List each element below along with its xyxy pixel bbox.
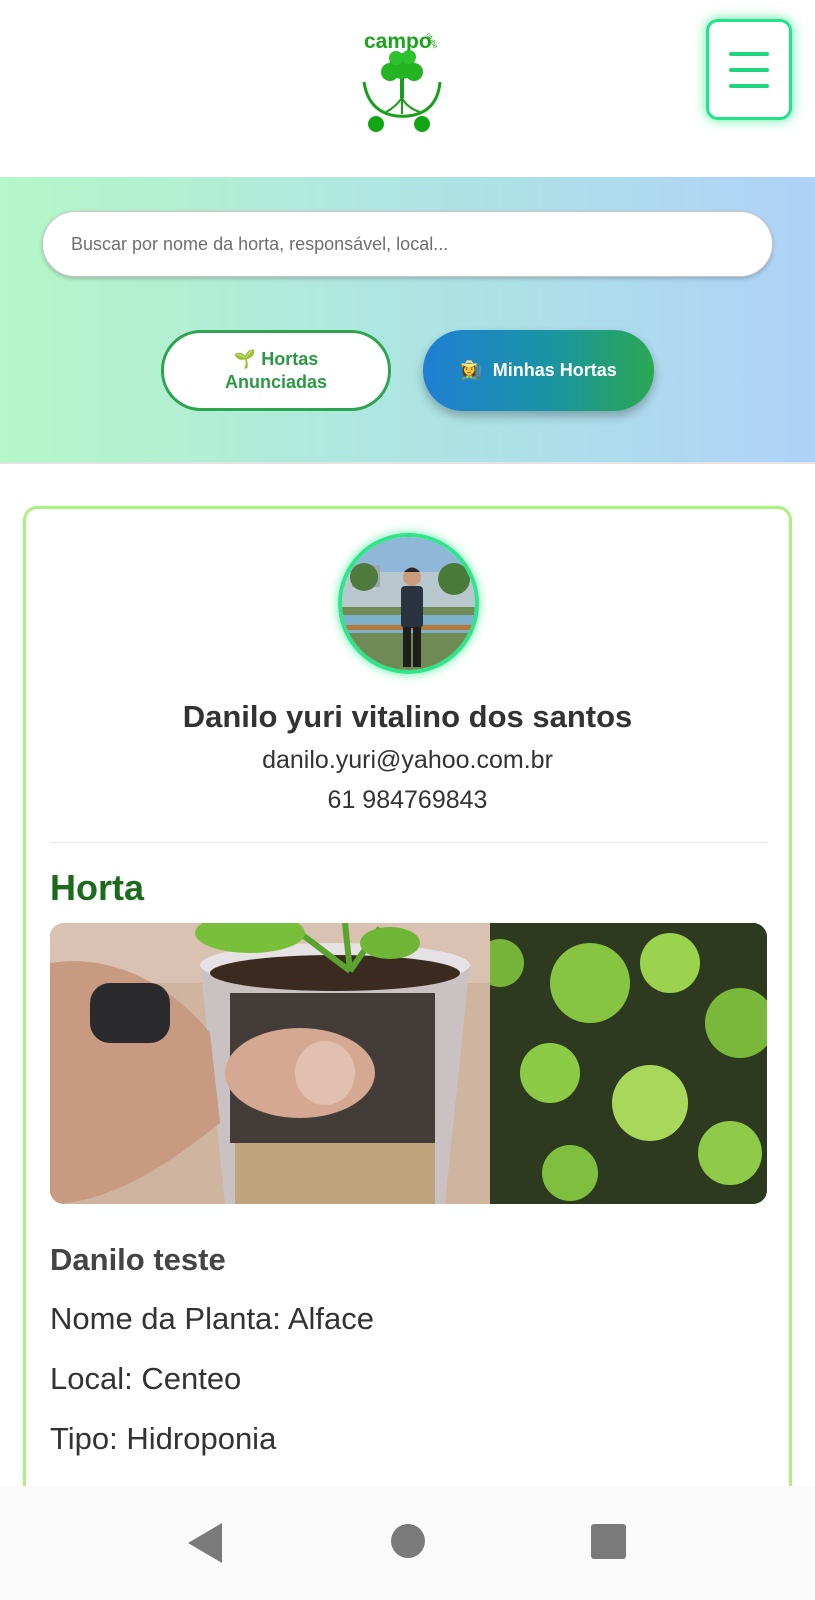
- garden-type: Tipo: Hidroponia: [50, 1421, 277, 1456]
- profile-phone: 61 984769843: [327, 786, 488, 814]
- garden-title: Danilo teste: [50, 1242, 226, 1277]
- logo-wordmark: campo: [364, 30, 432, 53]
- hortas-anunciadas-button[interactable]: 🌱 Hortas Anunciadas: [161, 330, 391, 411]
- app-header: campo clube: [0, 0, 815, 177]
- profile-email: danilo.yuri@yahoo.com.br: [262, 746, 553, 774]
- farmer-icon: 👩‍🌾: [460, 360, 483, 380]
- search-hero: 🌱 Hortas Anunciadas 👩‍🌾 Minhas Hortas: [0, 177, 815, 464]
- divider: [50, 842, 767, 843]
- search-bar[interactable]: [42, 211, 773, 277]
- hamburger-icon: [729, 51, 769, 56]
- minhas-hortas-label: Minhas Hortas: [492, 360, 617, 380]
- garden-location: Local: Centeo: [50, 1361, 242, 1396]
- menu-button[interactable]: [706, 19, 792, 120]
- search-input[interactable]: [71, 233, 772, 255]
- garden-card: Danilo yuri vitalino dos santos danilo.y…: [23, 506, 792, 1506]
- seedling-icon: 🌱: [233, 348, 257, 369]
- plant-name: Nome da Planta: Alface: [50, 1301, 374, 1336]
- avatar[interactable]: [338, 533, 479, 674]
- home-circle-icon[interactable]: [391, 1524, 425, 1558]
- campo-logo[interactable]: campo clube: [360, 26, 456, 132]
- section-title: Horta: [50, 867, 145, 908]
- profile-name: Danilo yuri vitalino dos santos: [182, 699, 633, 734]
- garden-photo[interactable]: [50, 923, 767, 1204]
- recent-square-icon[interactable]: [591, 1524, 626, 1559]
- minhas-hortas-button[interactable]: 👩‍🌾 Minhas Hortas: [423, 330, 654, 411]
- back-triangle-icon[interactable]: [188, 1523, 222, 1563]
